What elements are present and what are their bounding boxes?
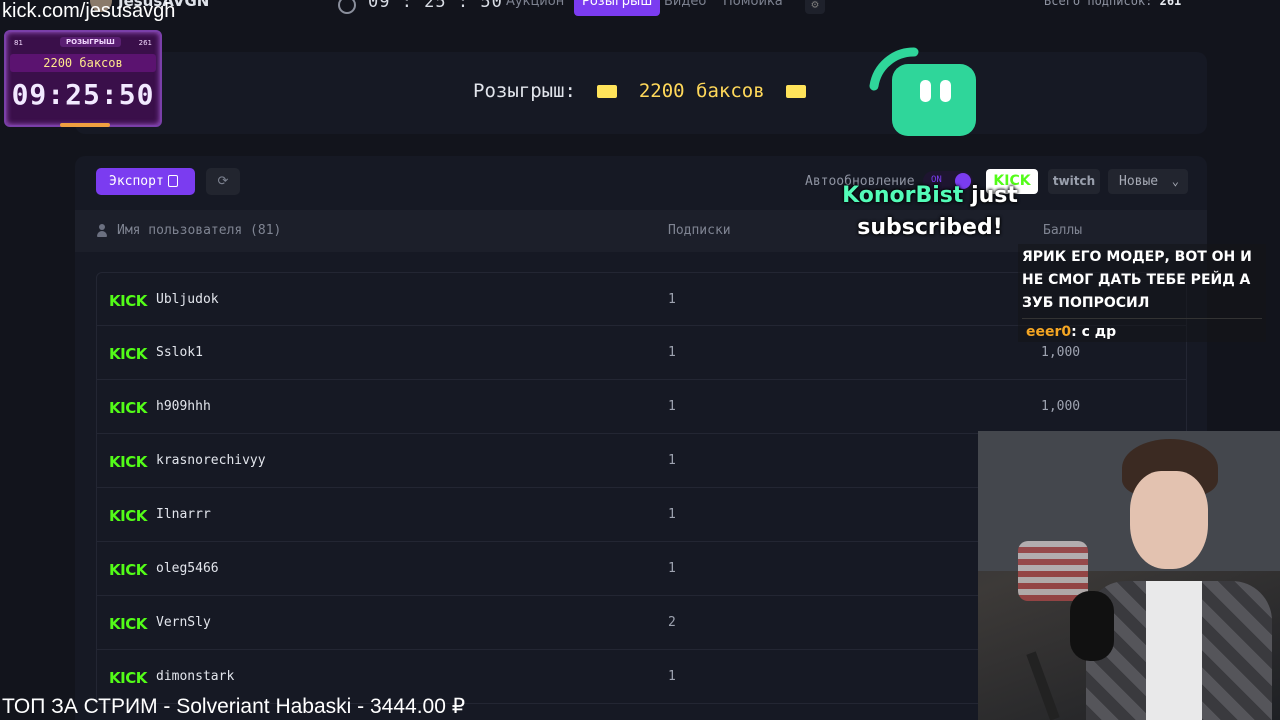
col-username[interactable]: Имя пользователя (81) bbox=[117, 223, 281, 238]
kick-logo-icon bbox=[869, 47, 976, 136]
gear-icon[interactable]: ⚙ bbox=[805, 0, 825, 14]
subscription-alert: KonorBist just subscribed! bbox=[820, 180, 1040, 244]
row-username: oleg5466 bbox=[156, 561, 219, 576]
kick-platform-icon: KICK bbox=[109, 399, 147, 417]
clock-icon bbox=[338, 0, 356, 14]
row-username: VernSly bbox=[156, 615, 211, 630]
row-username: h909hhh bbox=[156, 399, 211, 414]
webcam-tshirt bbox=[1146, 581, 1202, 720]
refresh-icon: ⟳ bbox=[217, 174, 229, 189]
tab-giveaway[interactable]: Розыгрыш bbox=[574, 0, 661, 16]
donation-ticker: ТОП ЗА СТРИМ - Solveriant Habaski - 3444… bbox=[2, 695, 466, 718]
widget-timer: 09:25:50 bbox=[11, 78, 155, 111]
ticket-icon bbox=[786, 85, 807, 98]
row-points: 1,000 bbox=[1041, 345, 1081, 360]
kick-platform-icon: KICK bbox=[109, 507, 147, 525]
row-subs: 1 bbox=[668, 399, 676, 414]
subs-total-value: 261 bbox=[1159, 0, 1182, 8]
kick-platform-icon: KICK bbox=[109, 345, 147, 363]
kick-platform-icon: KICK bbox=[109, 615, 147, 633]
col-points[interactable]: Баллы bbox=[1043, 223, 1082, 238]
prize-title: Розыгрыш: 2200 баксов bbox=[473, 80, 816, 102]
row-subs: 1 bbox=[668, 507, 676, 522]
webcam-flag bbox=[1018, 541, 1088, 601]
chat-overlay: ЯРИК ЕГО МОДЕР, ВОТ ОН И НЕ СМОГ ДАТЬ ТЕ… bbox=[1018, 244, 1266, 342]
widget-header: 81 РОЗЫГРЫШ 261 bbox=[12, 37, 154, 51]
kick-platform-icon: KICK bbox=[109, 669, 147, 687]
top-timer: 09 : 25 : 50 bbox=[368, 0, 503, 12]
row-username: Ilnarrr bbox=[156, 507, 211, 522]
kick-platform-icon: KICK bbox=[109, 561, 147, 579]
export-icon bbox=[167, 175, 178, 187]
row-username: dimonstark bbox=[156, 669, 235, 684]
prize-label: Розыгрыш: bbox=[473, 80, 576, 102]
chat-username: eeer0 bbox=[1026, 324, 1072, 340]
webcam-feed bbox=[978, 431, 1280, 720]
kick-platform-icon: KICK bbox=[109, 453, 147, 471]
widget-label: РОЗЫГРЫШ bbox=[60, 37, 121, 47]
row-subs: 2 bbox=[668, 615, 676, 630]
webcam-face bbox=[1130, 471, 1208, 569]
row-subs: 1 bbox=[668, 669, 676, 684]
mic-arm bbox=[1026, 651, 1060, 720]
tab-auction[interactable]: Аукцион bbox=[498, 0, 572, 16]
top-navbar: JesusAVGN 09 : 25 : 50 Аукцион Розыгрыш … bbox=[0, 0, 1280, 20]
user-icon bbox=[97, 224, 107, 237]
channel-url-overlay: kick.com/jesusavgh bbox=[2, 0, 176, 22]
row-username: Sslok1 bbox=[156, 345, 203, 360]
export-button[interactable]: Экспорт bbox=[96, 168, 195, 195]
row-subs: 1 bbox=[668, 561, 676, 576]
prize-amount: 2200 баксов bbox=[638, 80, 765, 102]
sort-select[interactable]: Новые ⌄ bbox=[1108, 169, 1188, 194]
table-row[interactable]: KICK h909hhh 1 1,000 bbox=[96, 380, 1187, 434]
widget-bar bbox=[60, 123, 110, 127]
chat-message: eeer0: с др bbox=[1022, 318, 1262, 344]
refresh-button[interactable]: ⟳ bbox=[206, 168, 240, 195]
tab-video[interactable]: Видео bbox=[656, 0, 714, 16]
export-label: Экспорт bbox=[109, 174, 164, 189]
alert-username: KonorBist bbox=[842, 183, 964, 208]
microphone-icon bbox=[1070, 591, 1114, 661]
widget-prize: 2200 баксов bbox=[10, 54, 156, 72]
tab-trash[interactable]: Помойка bbox=[715, 0, 791, 16]
source-twitch-button[interactable]: twitch bbox=[1048, 169, 1100, 194]
chat-message: ЯРИК ЕГО МОДЕР, ВОТ ОН И НЕ СМОГ ДАТЬ ТЕ… bbox=[1022, 249, 1252, 311]
row-username: Ubljudok bbox=[156, 292, 219, 307]
widget-right-count: 261 bbox=[138, 39, 152, 47]
chat-text: : с др bbox=[1071, 324, 1117, 340]
row-subs: 1 bbox=[668, 453, 676, 468]
row-points: 1,000 bbox=[1041, 399, 1081, 414]
ticket-icon bbox=[597, 85, 618, 98]
prize-card: Розыгрыш: 2200 баксов bbox=[75, 52, 1207, 134]
widget-left-count: 81 bbox=[14, 39, 23, 47]
row-subs: 1 bbox=[668, 345, 676, 360]
subs-total: Всего подписок: 261 bbox=[1044, 0, 1181, 8]
sort-value: Новые bbox=[1119, 174, 1159, 189]
col-subscriptions[interactable]: Подписки bbox=[668, 223, 731, 238]
giveaway-widget: 81 РОЗЫГРЫШ 261 2200 баксов 09:25:50 bbox=[4, 30, 162, 127]
row-username: krasnorechivyy bbox=[156, 453, 266, 468]
chevron-down-icon: ⌄ bbox=[1171, 174, 1179, 188]
kick-platform-icon: KICK bbox=[109, 292, 147, 310]
subs-total-label: Всего подписок: bbox=[1044, 0, 1153, 8]
row-subs: 1 bbox=[668, 292, 676, 307]
